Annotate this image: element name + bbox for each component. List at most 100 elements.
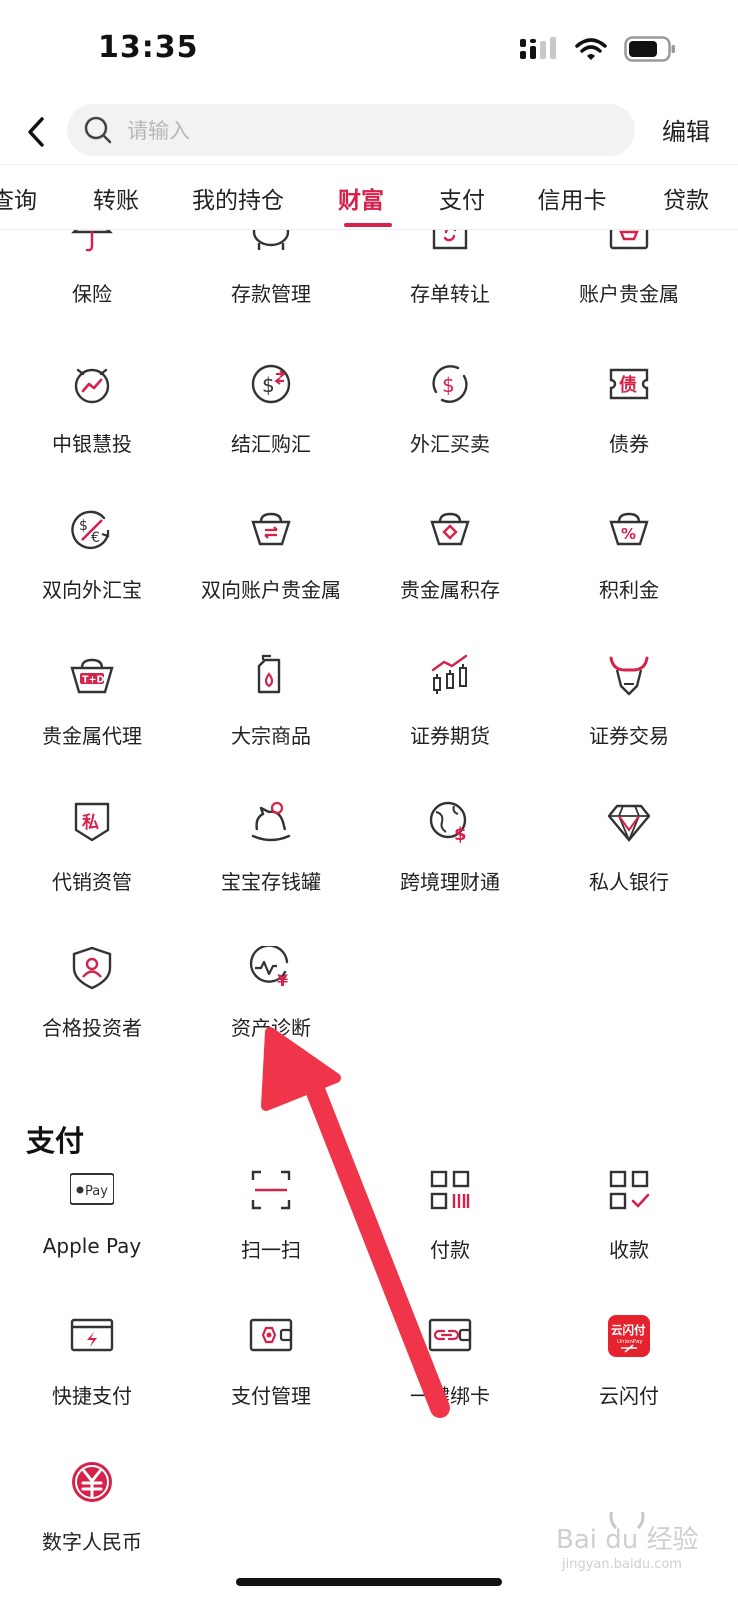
grid-item-cross-border-wmc[interactable]: $ 跨境理财通 (360, 800, 540, 920)
tab-holdings[interactable]: 我的持仓 (192, 181, 284, 215)
grid-item-payment-management[interactable]: 支付管理 (181, 1314, 361, 1434)
wifi-icon (575, 38, 607, 60)
svg-text:UnionPay: UnionPay (617, 1339, 643, 1345)
svg-text:%: % (621, 525, 636, 543)
piggy-bank-icon (252, 230, 290, 250)
pulse-yuan-icon: ¥ (249, 946, 289, 990)
category-tabs: 查询 转账 我的持仓 财富 支付 信用卡 贷款 (0, 164, 738, 230)
back-button[interactable] (20, 112, 52, 152)
certificate-transfer-icon (432, 230, 468, 250)
receive-code-icon (609, 1170, 650, 1210)
grid-item-digital-rmb[interactable]: 数字人民币 (2, 1460, 182, 1568)
wallet-settings-icon (249, 1318, 293, 1352)
grid-item-private-banking[interactable]: 私人银行 (539, 800, 719, 920)
svg-text:$: $ (454, 824, 467, 844)
svg-text:$: $ (79, 518, 88, 534)
currency-exchange-icon: $ (251, 364, 291, 404)
svg-text:私: 私 (82, 813, 99, 833)
pay-section-title: 支付 (26, 1124, 85, 1158)
apple-pay-icon: Pay (70, 1173, 114, 1205)
svg-text:€: € (91, 530, 100, 546)
search-input[interactable]: 请输入 (67, 104, 635, 156)
gold-ingot-percent-icon: % (609, 512, 649, 546)
grid-item-asset-diagnosis[interactable]: ¥ 资产诊断 (181, 946, 361, 1066)
grid-item-agency-asset-management[interactable]: 私 代销资管 (2, 800, 182, 920)
grid-item-securities-futures[interactable]: 证券期货 (360, 654, 540, 774)
tab-loan[interactable]: 贷款 (663, 181, 709, 215)
grid-item-scan[interactable]: 扫一扫 (181, 1168, 361, 1288)
quick-pay-card-icon (70, 1318, 114, 1352)
chevron-left-icon (28, 117, 44, 147)
status-time: 13:35 (98, 30, 199, 65)
grid-item-deposit-management[interactable]: 存款管理 (181, 230, 361, 332)
dollar-euro-icon: $€ (71, 510, 110, 550)
tab-wealth[interactable]: 财富 (338, 181, 384, 215)
grid-item-kids-piggy-bank[interactable]: 宝宝存钱罐 (181, 800, 361, 920)
grid-item-quick-pay[interactable]: 快捷支付 (2, 1314, 182, 1434)
pay-grid: Pay Apple Pay 扫一扫 付款 收款 快捷支付 支付管理 一键绑卡 云… (0, 1168, 738, 1568)
grid-item-qualified-investor[interactable]: 合格投资者 (2, 946, 182, 1066)
svg-text:债: 债 (619, 374, 637, 396)
gold-ingot-diamond-icon (430, 512, 470, 546)
scan-icon (251, 1170, 291, 1210)
grid-item-securities-trading[interactable]: 证券交易 (539, 654, 719, 774)
diamond-icon (607, 804, 651, 843)
grid-item-one-click-bind-card[interactable]: 一键绑卡 (360, 1314, 540, 1434)
tab-query[interactable]: 查询 (0, 181, 37, 215)
grid-item-gold-agency[interactable]: T+D 贵金属代理 (2, 654, 182, 774)
grid-item-fx-settlement[interactable]: $ 结汇购汇 (181, 362, 361, 482)
gold-ingot-exchange-icon (251, 512, 291, 546)
grid-item-insurance[interactable]: 保险 (2, 230, 182, 332)
grid-item-gold-accumulation[interactable]: 贵金属积存 (360, 508, 540, 628)
baidu-jingyan-watermark: Bai du 经验 jingyan.baidu.com (556, 1512, 699, 1572)
grid-item-two-way-gold[interactable]: 双向账户贵金属 (181, 508, 361, 628)
tab-credit-card[interactable]: 信用卡 (538, 181, 607, 215)
wealth-grid: 保险 存款管理 存单转让 账户贵金属 中银慧投 $ 结汇购汇 $ 外汇买卖 债 … (0, 230, 738, 1070)
search-icon (83, 115, 113, 145)
private-shield-icon: 私 (74, 802, 110, 842)
svg-text:$: $ (262, 373, 275, 397)
user-shield-icon (72, 946, 112, 990)
active-tab-indicator (344, 223, 392, 227)
cellular-signal-icon (520, 37, 556, 59)
edit-button[interactable]: 编辑 (662, 112, 710, 147)
grid-item-cd-transfer[interactable]: 存单转让 (360, 230, 540, 332)
grid-item-two-way-forex[interactable]: $ € 双向外汇宝 (2, 508, 182, 628)
svg-text:Pay: Pay (85, 1184, 108, 1199)
header: 请输入 编辑 (0, 100, 738, 164)
svg-text:云闪付: 云闪付 (611, 1323, 646, 1337)
grid-item-jilijin[interactable]: % 积利金 (539, 508, 719, 628)
forex-trade-icon: $ (432, 365, 468, 403)
tab-payment[interactable]: 支付 (439, 181, 485, 215)
svg-text:T+D: T+D (82, 675, 104, 686)
bind-card-icon (428, 1318, 472, 1352)
grid-item-forex-trading[interactable]: $ 外汇买卖 (360, 362, 540, 482)
pay-code-icon (430, 1170, 470, 1210)
umbrella-icon (71, 230, 113, 252)
svg-text:$: $ (442, 373, 455, 397)
grid-item-bonds[interactable]: 债 债券 (539, 362, 719, 482)
oil-can-icon (257, 654, 281, 694)
status-bar: 13:35 (0, 0, 738, 100)
grid-item-receive-code[interactable]: 收款 (539, 1168, 719, 1288)
svg-text:Bai du 经验: Bai du 经验 (556, 1525, 699, 1555)
bull-icon (609, 656, 649, 696)
grid-item-boc-smart-invest[interactable]: 中银慧投 (2, 362, 182, 482)
gold-account-icon (609, 230, 649, 250)
home-indicator[interactable] (236, 1578, 502, 1586)
grid-item-commodities[interactable]: 大宗商品 (181, 654, 361, 774)
grid-item-gold-account[interactable]: 账户贵金属 (539, 230, 719, 332)
bond-ticket-icon: 债 (609, 368, 649, 400)
status-icons (520, 36, 676, 62)
grid-item-apple-pay[interactable]: Pay Apple Pay (2, 1168, 182, 1288)
unionpay-quickpass-icon: 云闪付 UnionPay (608, 1315, 650, 1357)
grid-item-pay-code[interactable]: 付款 (360, 1168, 540, 1288)
digital-rmb-icon (72, 1462, 112, 1502)
tab-transfer[interactable]: 转账 (93, 181, 139, 215)
gold-ingot-td-icon: T+D (70, 658, 114, 694)
candlestick-icon (431, 654, 468, 694)
rocking-horse-icon (251, 801, 291, 842)
grid-item-unionpay-quickpass[interactable]: 云闪付 UnionPay 云闪付 (539, 1314, 719, 1434)
search-placeholder: 请输入 (127, 119, 190, 143)
globe-dollar-icon: $ (429, 801, 467, 844)
